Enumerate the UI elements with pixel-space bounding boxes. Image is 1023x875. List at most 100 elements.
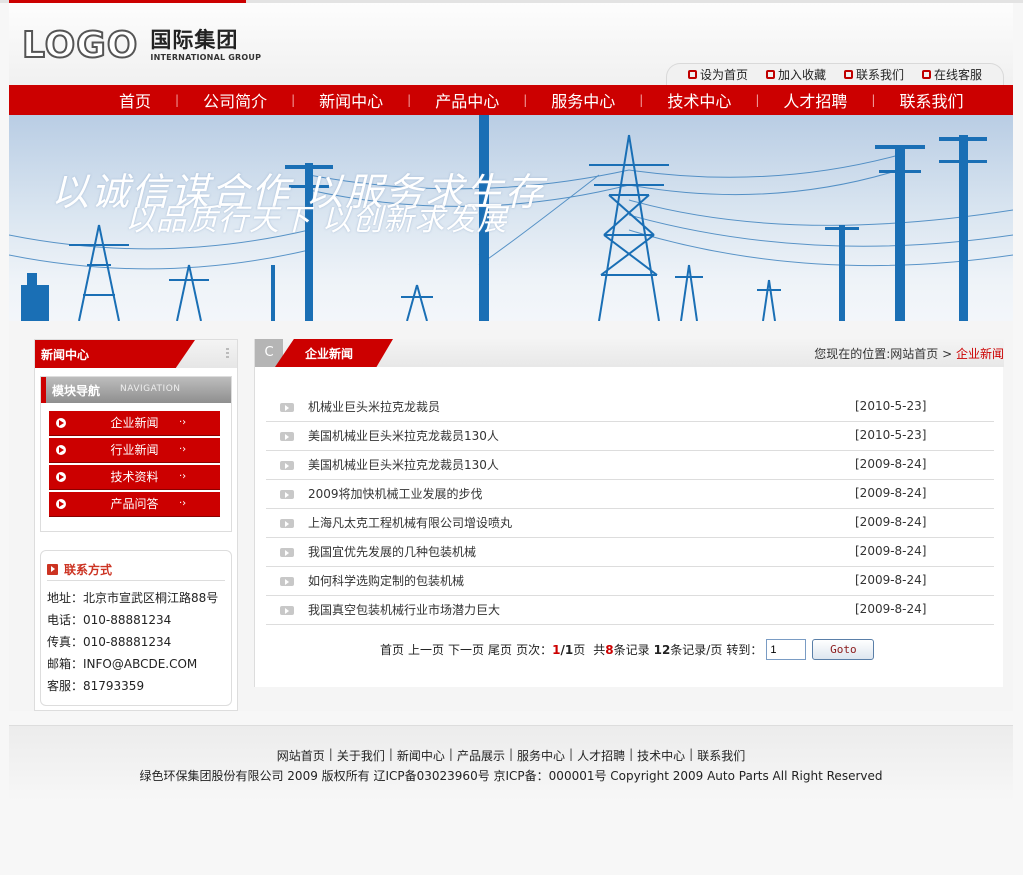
news-title-link[interactable]: 2009将加快机械工业发展的步伐: [308, 485, 483, 502]
quick-links: 设为首页 加入收藏 联系我们 在线客服: [666, 63, 1004, 85]
play-bullet-icon: [56, 445, 66, 455]
nav-item-products[interactable]: 产品中心: [435, 88, 499, 112]
play-bullet-icon: [280, 577, 294, 586]
nav-item-jobs[interactable]: 人才招聘: [783, 88, 847, 112]
news-date: [2010-5-23]: [855, 428, 927, 442]
add-favorite-link[interactable]: 加入收藏: [765, 66, 826, 83]
sidebar-item-company-news[interactable]: 企业新闻 ·›: [49, 411, 220, 436]
contact-title: 联系方式: [64, 563, 113, 577]
nav-item-contact[interactable]: 联系我们: [899, 88, 963, 112]
footer-separator: |: [629, 747, 634, 761]
current-page: 1: [552, 642, 561, 657]
sidebar-item-tech-docs[interactable]: 技术资料 ·›: [49, 465, 220, 490]
main-panel: C 企业新闻 您现在的位置:网站首页 > 企业新闻 机械业巨头米拉克龙裁员 [20…: [254, 339, 1004, 687]
play-bullet-icon: [280, 548, 294, 557]
footer-link-news[interactable]: 新闻中心: [397, 747, 445, 764]
play-square-icon: [47, 564, 58, 575]
contact-email: 邮箱：INFO@ABCDE.COM: [47, 657, 198, 671]
logo[interactable]: LOGO 国际集团 INTERNATIONAL GROUP: [21, 26, 261, 67]
list-item: 美国机械业巨头米拉克龙裁员130人 [2010-5-23]: [266, 422, 994, 451]
news-title-link[interactable]: 机械业巨头米拉克龙裁员: [308, 398, 440, 415]
sidebar-item-label: 企业新闻: [110, 416, 159, 430]
list-item: 如何科学选购定制的包装机械 [2009-8-24]: [266, 567, 994, 596]
contact-us-link[interactable]: 联系我们: [844, 66, 904, 83]
sidebar-item-product-faq[interactable]: 产品问答 ·›: [49, 492, 220, 517]
footer-links: 网站首页 | 关于我们 | 新闻中心 | 产品展示 | 服务中心 | 人才招聘 | 技术中心…: [9, 747, 1013, 764]
footer-link-about[interactable]: 关于我们: [337, 747, 385, 764]
sidebar-item-industry-news[interactable]: 行业新闻 ·›: [49, 438, 220, 463]
footer-link-home[interactable]: 网站首页: [277, 747, 325, 764]
play-bullet-icon: [280, 432, 294, 441]
news-title-link[interactable]: 上海凡太克工程机械有限公司增设喷丸: [308, 514, 512, 531]
list-item: 我国真空包装机械行业市场潜力巨大 [2009-8-24]: [266, 596, 994, 625]
last-page-link[interactable]: 尾页: [488, 641, 512, 658]
content-area: 新闻中心 模块导航 NAVIGATION 企业新闻 ·› 行业新闻 ·› 技术资料 ·…: [9, 321, 1013, 711]
goto-page-input[interactable]: [766, 639, 807, 660]
list-item: 我国宜优先发展的几种包装机械 [2009-8-24]: [266, 538, 994, 567]
footer-link-service[interactable]: 服务中心: [517, 747, 565, 764]
play-bullet-icon: [56, 472, 66, 482]
footer-link-products[interactable]: 产品展示: [457, 747, 505, 764]
footer-separator: |: [328, 747, 333, 761]
goto-button[interactable]: Goto: [812, 639, 875, 660]
page-wrapper: LOGO 国际集团 INTERNATIONAL GROUP 设为首页 加入收藏 …: [9, 3, 1013, 711]
footer-separator: |: [569, 747, 574, 761]
module-nav-title: 模块导航: [52, 384, 101, 398]
news-title-link[interactable]: 如何科学选购定制的包装机械: [308, 572, 464, 589]
module-nav-header: 模块导航 NAVIGATION: [41, 377, 231, 403]
pagination: 首页 上一页 下一页 尾页 页次： 1/1 页 共 8 条记录 12 条记录/页 转到： …: [380, 639, 875, 660]
news-date: [2010-5-23]: [855, 399, 927, 413]
sidebar-item-label: 行业新闻: [110, 443, 159, 457]
total-records: 8: [605, 642, 614, 657]
footer-separator: |: [448, 747, 453, 761]
nav-item-service[interactable]: 服务中心: [551, 88, 615, 112]
nav-item-home[interactable]: 首页: [119, 88, 151, 112]
news-title-link[interactable]: 我国真空包装机械行业市场潜力巨大: [308, 601, 500, 618]
news-date: [2009-8-24]: [855, 515, 927, 529]
contact-us-label: 联系我们: [856, 68, 905, 82]
play-bullet-icon: [56, 418, 66, 428]
arrow-right-icon: ·›: [179, 471, 187, 482]
sidebar: 新闻中心 模块导航 NAVIGATION 企业新闻 ·› 行业新闻 ·› 技术资料 ·…: [34, 339, 238, 711]
footer-link-tech[interactable]: 技术中心: [637, 747, 685, 764]
banner-slogan-2: 以品质行天下 以创新求发展: [125, 203, 508, 238]
sidebar-item-label: 技术资料: [110, 470, 159, 484]
breadcrumb-current[interactable]: 企业新闻: [956, 347, 1004, 361]
contact-service: 客服：81793359: [47, 679, 145, 693]
service-icon: [922, 70, 932, 79]
module-navigation: 模块导航 NAVIGATION 企业新闻 ·› 行业新闻 ·› 技术资料 ·› 产品问…: [40, 376, 232, 532]
nav-item-tech[interactable]: 技术中心: [667, 88, 731, 112]
next-page-link[interactable]: 下一页: [448, 641, 484, 658]
main-nav: 首页 | 公司简介 | 新闻中心 | 产品中心 | 服务中心 | 技术中心 | 人才招聘 | …: [9, 85, 1013, 115]
news-title-link[interactable]: 我国宜优先发展的几种包装机械: [308, 543, 476, 560]
per-page-unit: 条记录/页: [670, 643, 723, 657]
footer-link-jobs[interactable]: 人才招聘: [577, 747, 625, 764]
logo-text: 国际集团 INTERNATIONAL GROUP: [150, 27, 261, 63]
prev-page-link[interactable]: 上一页: [408, 641, 444, 658]
contact-box: 联系方式 地址：北京市宣武区桐江路88号 电话：010-88881234 传真：…: [40, 550, 232, 706]
footer-link-contact[interactable]: 联系我们: [697, 747, 745, 764]
nav-item-news[interactable]: 新闻中心: [319, 88, 383, 112]
arrow-right-icon: ·›: [179, 444, 187, 455]
news-date: [2009-8-24]: [855, 544, 927, 558]
mail-icon: [844, 70, 853, 79]
main-header: C 企业新闻 您现在的位置:网站首页 > 企业新闻: [255, 339, 1004, 367]
nav-item-about[interactable]: 公司简介: [203, 88, 267, 112]
news-list: 机械业巨头米拉克龙裁员 [2010-5-23] 美国机械业巨头米拉克龙裁员130人…: [266, 393, 994, 625]
news-title-link[interactable]: 美国机械业巨头米拉克龙裁员130人: [308, 427, 499, 444]
nav-separator: |: [175, 93, 180, 107]
play-bullet-icon: [280, 403, 294, 412]
set-homepage-link[interactable]: 设为首页: [687, 66, 748, 83]
first-page-link[interactable]: 首页: [380, 641, 404, 658]
breadcrumb-prefix[interactable]: 您现在的位置:网站首页 >: [814, 347, 956, 361]
page-title: 企业新闻: [305, 347, 354, 361]
list-item: 美国机械业巨头米拉克龙裁员130人 [2009-8-24]: [266, 451, 994, 480]
play-bullet-icon: [56, 499, 66, 509]
list-item: 机械业巨头米拉克龙裁员 [2010-5-23]: [266, 393, 994, 422]
home-icon: [687, 70, 697, 79]
goto-label: 转到：: [726, 643, 763, 657]
online-service-link[interactable]: 在线客服: [922, 66, 982, 83]
sidebar-header: 新闻中心: [35, 340, 237, 368]
news-title-link[interactable]: 美国机械业巨头米拉克龙裁员130人: [308, 456, 499, 473]
add-favorite-label: 加入收藏: [777, 68, 826, 82]
